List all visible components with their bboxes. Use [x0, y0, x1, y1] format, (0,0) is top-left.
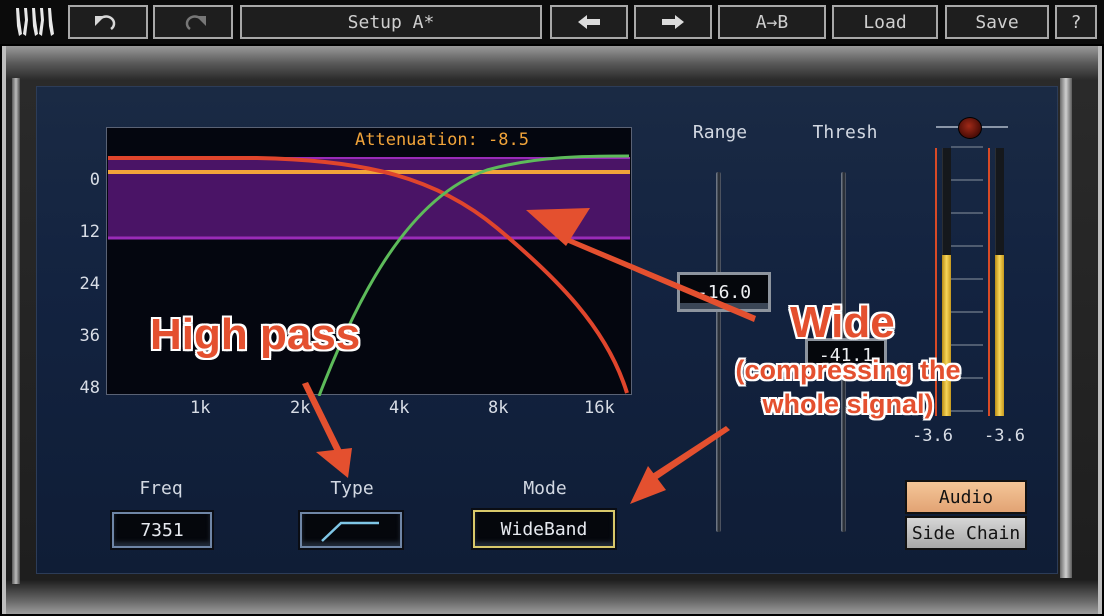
- next-preset-button[interactable]: [634, 5, 712, 39]
- y-tick: 12: [79, 222, 100, 242]
- load-button[interactable]: Load: [832, 5, 938, 39]
- mode-selector[interactable]: WideBand: [473, 510, 615, 548]
- left-meter-value: -3.6: [912, 426, 953, 446]
- x-tick: 2k: [290, 398, 311, 418]
- attenuation-readout: Attenuation: -8.5: [355, 130, 529, 150]
- sidechain-source-button[interactable]: Side Chain: [905, 516, 1027, 550]
- mode-label: Mode: [523, 478, 567, 499]
- thresh-label: Thresh: [812, 122, 878, 143]
- graph-canvas: [108, 154, 630, 397]
- y-tick: 24: [79, 274, 100, 294]
- x-tick: 4k: [389, 398, 410, 418]
- meter-tick: [951, 344, 983, 346]
- audio-source-button[interactable]: Audio: [905, 480, 1027, 514]
- meter-tick: [951, 245, 983, 247]
- frame-right-bezel: [1060, 78, 1072, 578]
- range-slider-track[interactable]: [716, 172, 721, 532]
- x-tick: 16k: [584, 398, 615, 418]
- filter-type-selector[interactable]: [300, 512, 402, 548]
- toolbar: Setup A* A→B Load Save ?: [0, 0, 1104, 44]
- range-slider-handle[interactable]: -16.0: [677, 272, 771, 312]
- y-tick: 36: [79, 326, 100, 346]
- meter-tick: [951, 410, 983, 412]
- left-meter-fill: [942, 255, 951, 416]
- frame-left-bezel: [12, 78, 20, 584]
- undo-icon: [95, 15, 116, 31]
- meter-tick: [951, 377, 983, 379]
- right-peak-line: [988, 148, 990, 416]
- copy-a-to-b-button[interactable]: A→B: [718, 5, 826, 39]
- range-label: Range: [692, 122, 748, 143]
- right-meter-fill: [995, 255, 1004, 416]
- meter-tick: [951, 278, 983, 280]
- arrow-right-icon: [662, 15, 684, 29]
- x-tick: 1k: [190, 398, 211, 418]
- help-button[interactable]: ?: [1055, 5, 1097, 39]
- thresh-slider-handle[interactable]: -41.1: [805, 338, 887, 372]
- meter-tick: [951, 212, 983, 214]
- freq-label: Freq: [139, 478, 183, 499]
- previous-preset-button[interactable]: [550, 5, 628, 39]
- meter-tick: [951, 311, 983, 313]
- arrow-left-icon: [578, 15, 600, 29]
- x-tick: 8k: [488, 398, 509, 418]
- freq-input[interactable]: 7351: [112, 512, 212, 548]
- right-meter-value: -3.6: [984, 426, 1025, 446]
- y-tick: 0: [89, 170, 100, 190]
- frequency-response-graph[interactable]: Attenuation: -8.5: [106, 127, 632, 397]
- type-label: Type: [330, 478, 374, 499]
- clip-led-icon[interactable]: [958, 117, 982, 139]
- redo-icon: [185, 15, 206, 31]
- save-button[interactable]: Save: [945, 5, 1049, 39]
- redo-button[interactable]: [153, 5, 233, 39]
- waves-logo-icon[interactable]: [12, 6, 58, 38]
- meter-tick: [951, 179, 983, 181]
- setup-preset-button[interactable]: Setup A*: [240, 5, 542, 39]
- undo-button[interactable]: [68, 5, 148, 39]
- left-peak-line: [935, 148, 937, 416]
- meter-tick: [951, 146, 983, 148]
- y-tick: 48: [79, 378, 100, 398]
- high-pass-shape-icon: [321, 521, 379, 542]
